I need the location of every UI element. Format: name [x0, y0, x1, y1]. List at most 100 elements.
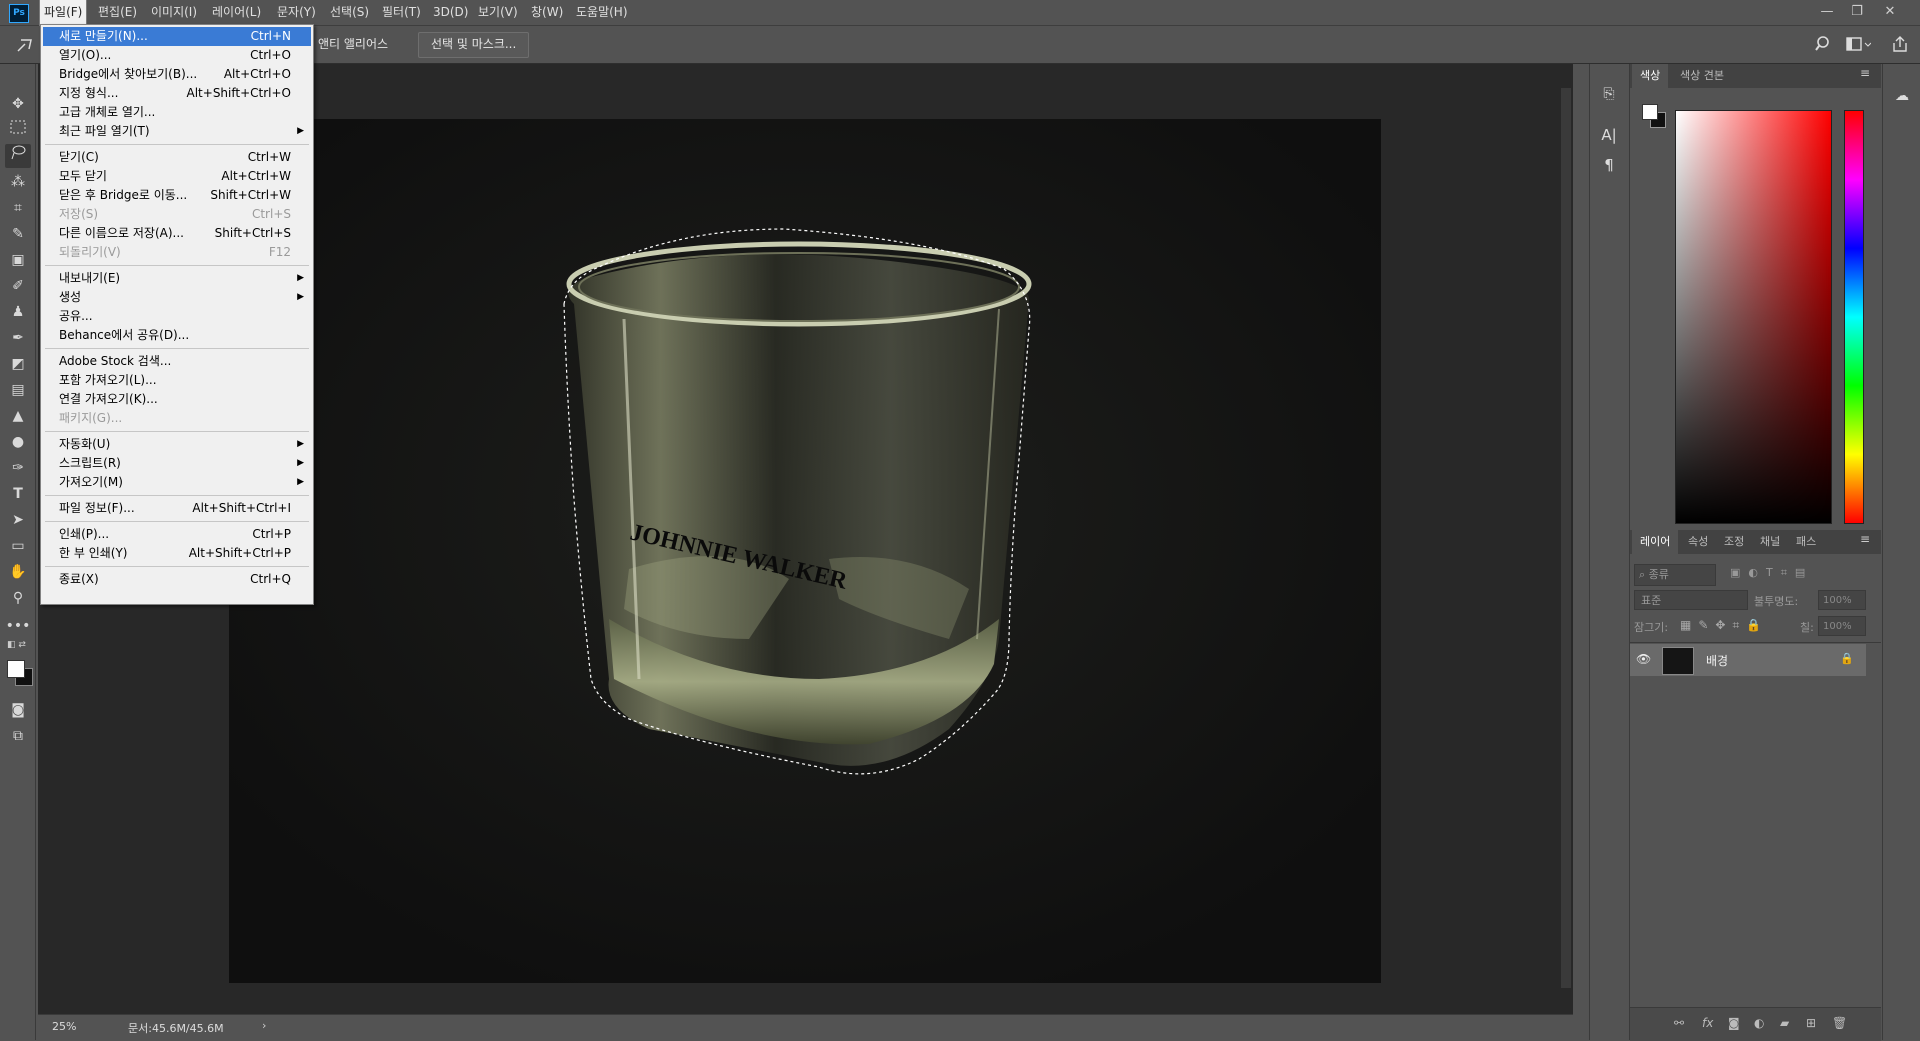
chevron-right-icon[interactable]: ›	[262, 1019, 266, 1032]
tab-color[interactable]: 색상	[1632, 64, 1669, 88]
more-tools-icon[interactable]: •••	[5, 614, 31, 638]
workspace-icon[interactable]	[1845, 34, 1872, 54]
menu-item-open-recent[interactable]: 최근 파일 열기(T) ▶	[43, 122, 311, 141]
menu-item-save[interactable]: 저장(S) Ctrl+S	[43, 205, 311, 224]
type-tool-icon[interactable]: T	[5, 482, 31, 506]
document-info[interactable]: 문서:45.6M/45.6M	[128, 1020, 224, 1036]
menu-item-print[interactable]: 인쇄(P)... Ctrl+P	[43, 525, 311, 544]
document-canvas[interactable]: JOHNNIE WALKER	[229, 119, 1381, 983]
stamp-tool-icon[interactable]: ♟	[5, 300, 31, 324]
menu-item-scripts[interactable]: 스크립트(R) ▶	[43, 454, 311, 473]
menu-edit[interactable]: 편집(E)	[94, 0, 141, 25]
lock-icon[interactable]: 🔒	[1840, 652, 1854, 665]
color-picker-field[interactable]	[1675, 110, 1832, 524]
layer-name[interactable]: 배경	[1706, 652, 1728, 669]
menu-item-open-smart-object[interactable]: 고급 개체로 열기...	[43, 103, 311, 122]
frame-tool-icon[interactable]: ▣	[5, 248, 31, 272]
swap-colors-icon[interactable]: ◧ ⇄	[7, 640, 33, 652]
adjustment-layer-icon[interactable]: ◐	[1754, 1016, 1764, 1030]
layer-row-background[interactable]: 👁 배경 🔒	[1630, 644, 1866, 676]
creative-cloud-libraries-icon[interactable]: ☁	[1891, 88, 1913, 108]
menu-window[interactable]: 창(W)	[527, 0, 567, 25]
path-selection-tool-icon[interactable]: ➤	[5, 508, 31, 532]
lasso-tool-icon[interactable]	[5, 144, 31, 168]
brush-tool-icon[interactable]: ✐	[5, 274, 31, 298]
menu-item-new[interactable]: 새로 만들기(N)... Ctrl+N	[43, 27, 311, 46]
menu-file[interactable]: 파일(F)	[38, 0, 88, 26]
fill-input[interactable]: 100%	[1818, 616, 1866, 636]
history-brush-tool-icon[interactable]: ✒	[5, 326, 31, 350]
menu-select[interactable]: 선택(S)	[326, 0, 373, 25]
menu-item-export[interactable]: 내보내기(E) ▶	[43, 269, 311, 288]
menu-help[interactable]: 도움말(H)	[572, 0, 632, 25]
menu-item-print-one-copy[interactable]: 한 부 인쇄(Y) Alt+Shift+Ctrl+P	[43, 544, 311, 563]
menu-item-save-as[interactable]: 다른 이름으로 저장(A)... Shift+Ctrl+S	[43, 224, 311, 243]
menu-item-share-behance[interactable]: Behance에서 공유(D)...	[43, 326, 311, 345]
screen-mode-icon[interactable]: ⧉	[5, 724, 31, 748]
hue-slider[interactable]	[1844, 110, 1864, 524]
eye-icon[interactable]: 👁	[1636, 652, 1651, 666]
history-icon[interactable]: ⎘	[1599, 86, 1619, 106]
eraser-tool-icon[interactable]: ◩	[5, 352, 31, 376]
marquee-tool-icon[interactable]	[5, 118, 31, 142]
new-group-icon[interactable]: ▰	[1780, 1016, 1789, 1030]
tab-layers[interactable]: 레이어	[1632, 530, 1679, 554]
menu-item-close-all[interactable]: 모두 닫기 Alt+Ctrl+W	[43, 167, 311, 186]
fx-icon[interactable]: fx	[1702, 1016, 1713, 1030]
menu-item-browse-bridge[interactable]: Bridge에서 찾아보기(B)... Alt+Ctrl+O	[43, 65, 311, 84]
close-button[interactable]: ✕	[1878, 3, 1902, 21]
opacity-input[interactable]: 100%	[1818, 590, 1866, 610]
menu-filter[interactable]: 필터(T)	[378, 0, 425, 25]
foreground-color-swatch[interactable]	[7, 660, 25, 678]
quick-selection-tool-icon[interactable]	[15, 34, 37, 56]
paragraph-icon[interactable]: ¶	[1599, 156, 1619, 176]
menu-item-place-embedded[interactable]: 포함 가져오기(L)...	[43, 371, 311, 390]
menu-view[interactable]: 보기(V)	[474, 0, 522, 25]
menu-item-file-info[interactable]: 파일 정보(F)... Alt+Shift+Ctrl+I	[43, 499, 311, 518]
menu-item-automate[interactable]: 자동화(U) ▶	[43, 435, 311, 454]
pen-tool-icon[interactable]: ✑	[5, 456, 31, 480]
menu-item-search-stock[interactable]: Adobe Stock 검색...	[43, 352, 311, 371]
tab-paths[interactable]: 패스	[1788, 530, 1824, 554]
add-mask-icon[interactable]: ◙	[1728, 1016, 1740, 1030]
menu-type[interactable]: 문자(Y)	[273, 0, 320, 25]
quick-mask-icon[interactable]: ◙	[5, 698, 31, 722]
tab-properties[interactable]: 속성	[1680, 530, 1716, 554]
antialias-label[interactable]: 앤티 앨리어스	[318, 32, 388, 56]
menu-item-place-linked[interactable]: 연결 가져오기(K)...	[43, 390, 311, 409]
link-layers-icon[interactable]: ⚯	[1674, 1016, 1684, 1030]
lock-icons[interactable]: ▦✎✥⌗🔒	[1680, 618, 1768, 633]
foreground-color-chip[interactable]	[1642, 104, 1658, 120]
menu-3d[interactable]: 3D(D)	[429, 0, 472, 25]
rectangle-tool-icon[interactable]: ▭	[5, 534, 31, 558]
zoom-level[interactable]: 25%	[52, 1020, 76, 1033]
hand-tool-icon[interactable]: ✋	[5, 560, 31, 584]
crop-tool-icon[interactable]: ⌗	[5, 196, 31, 220]
panel-menu-icon[interactable]: ≡	[1860, 532, 1870, 546]
move-tool-icon[interactable]: ✥	[5, 92, 31, 116]
menu-item-package[interactable]: 패키지(G)...	[43, 409, 311, 428]
zoom-tool-icon[interactable]: ⚲	[5, 586, 31, 610]
trash-icon[interactable]: 🗑	[1832, 1016, 1847, 1030]
menu-item-exit[interactable]: 종료(X) Ctrl+Q	[43, 570, 311, 589]
blend-mode-select[interactable]: 표준	[1634, 590, 1748, 610]
dodge-tool-icon[interactable]: ●	[5, 430, 31, 454]
select-and-mask-button[interactable]: 선택 및 마스크...	[418, 32, 530, 58]
panel-menu-icon[interactable]: ≡	[1860, 66, 1870, 80]
menu-item-close[interactable]: 닫기(C) Ctrl+W	[43, 148, 311, 167]
search-icon[interactable]	[1814, 34, 1834, 54]
layer-filter-select[interactable]: ⌕ 종류	[1634, 564, 1716, 586]
blur-tool-icon[interactable]: ▲	[5, 404, 31, 428]
share-icon[interactable]	[1890, 34, 1910, 54]
menu-item-import[interactable]: 가져오기(M) ▶	[43, 473, 311, 492]
layer-filter-icons[interactable]: ▣◐T⌗▤	[1730, 566, 1870, 582]
character-icon[interactable]: A|	[1599, 126, 1619, 146]
magic-wand-tool-icon[interactable]: ⁂	[5, 170, 31, 194]
menu-item-share[interactable]: 공유...	[43, 307, 311, 326]
tab-swatches[interactable]: 색상 견본	[1672, 64, 1732, 88]
gradient-tool-icon[interactable]: ▤	[5, 378, 31, 402]
tab-channels[interactable]: 채널	[1752, 530, 1788, 554]
restore-button[interactable]: ❐	[1845, 3, 1869, 21]
tab-adjustments[interactable]: 조정	[1716, 530, 1752, 554]
menu-item-close-go-bridge[interactable]: 닫은 후 Bridge로 이동... Shift+Ctrl+W	[43, 186, 311, 205]
